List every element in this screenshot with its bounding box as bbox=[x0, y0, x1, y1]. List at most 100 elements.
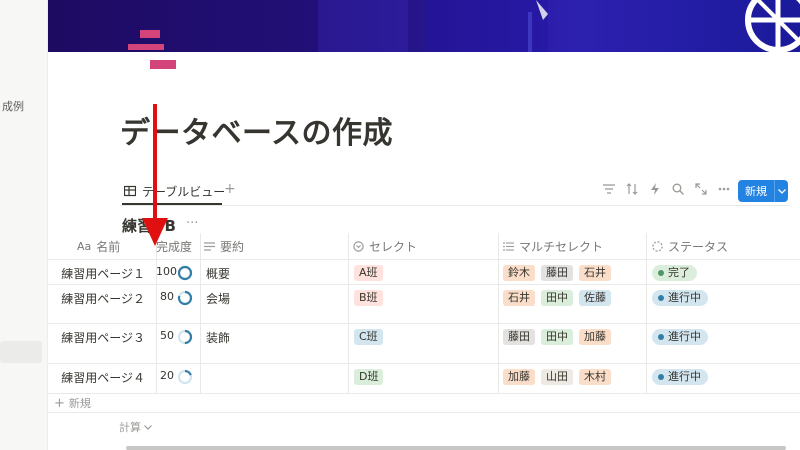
text-type-icon: Aa bbox=[77, 240, 92, 253]
cell-progress[interactable]: 50 bbox=[156, 324, 200, 345]
column-divider bbox=[498, 233, 499, 394]
cell-select[interactable]: D班 bbox=[354, 364, 389, 385]
column-divider bbox=[348, 233, 349, 394]
progress-value: 50 bbox=[160, 329, 174, 342]
select-tag: B班 bbox=[354, 290, 383, 306]
page-emoji-icon[interactable] bbox=[126, 28, 178, 72]
status-label: 進行中 bbox=[668, 330, 701, 343]
calculate-button[interactable]: 計算 bbox=[119, 419, 152, 435]
more-icon[interactable] bbox=[715, 180, 733, 198]
cell-status[interactable]: 進行中 bbox=[652, 324, 708, 345]
cell-multi-select[interactable]: 鈴木 藤田 石井 bbox=[503, 260, 617, 281]
multi-select-tag: 藤田 bbox=[541, 265, 573, 281]
progress-ring-icon bbox=[177, 290, 193, 306]
cell-name[interactable]: 練習用ページ３ bbox=[48, 324, 154, 346]
status-label: 進行中 bbox=[668, 370, 701, 383]
multi-select-tag: 木村 bbox=[579, 369, 611, 385]
table-row[interactable]: 練習用ページ２ 80 会場 B班 石井 田中 佐藤 進行中 bbox=[48, 285, 800, 324]
multi-select-tag: 加藤 bbox=[503, 369, 535, 385]
sidebar: 成例 bbox=[0, 0, 48, 450]
database-toolbar bbox=[600, 180, 738, 198]
cell-status[interactable]: 進行中 bbox=[652, 285, 708, 306]
cell-multi-select[interactable]: 藤田 田中 加藤 bbox=[503, 324, 617, 345]
column-header-label: マルチセレクト bbox=[519, 240, 604, 254]
table-row[interactable]: 練習用ページ３ 50 装飾 C班 藤田 田中 加藤 進行中 bbox=[48, 324, 800, 364]
cell-status[interactable]: 進行中 bbox=[652, 364, 708, 385]
select-tag: D班 bbox=[354, 369, 384, 385]
column-header-label: ステータス bbox=[668, 240, 729, 254]
cell-name[interactable]: 練習用ページ１ bbox=[48, 260, 154, 282]
multi-select-tag: 鈴木 bbox=[503, 265, 535, 281]
calculate-label: 計算 bbox=[119, 421, 141, 434]
status-label: 進行中 bbox=[668, 291, 701, 304]
cell-status[interactable]: 完了 bbox=[652, 260, 697, 281]
progress-ring-icon bbox=[177, 329, 193, 345]
list-icon bbox=[503, 242, 514, 251]
table-icon bbox=[124, 185, 136, 197]
status-badge: 進行中 bbox=[652, 369, 708, 385]
multi-select-tag: 藤田 bbox=[503, 329, 535, 345]
column-header-select[interactable]: セレクト bbox=[353, 233, 417, 260]
status-label: 完了 bbox=[668, 266, 690, 279]
cell-multi-select[interactable]: 石井 田中 佐藤 bbox=[503, 285, 617, 306]
cell-progress[interactable]: 100 bbox=[156, 260, 200, 281]
view-divider bbox=[120, 205, 790, 206]
column-header-multi-select[interactable]: マルチセレクト bbox=[503, 233, 603, 260]
progress-ring-icon bbox=[177, 369, 193, 385]
search-icon[interactable] bbox=[669, 180, 687, 198]
cell-name[interactable]: 練習用ページ２ bbox=[48, 285, 154, 307]
cell-progress[interactable]: 80 bbox=[156, 285, 200, 306]
chevron-down-icon[interactable] bbox=[775, 188, 788, 194]
select-tag: C班 bbox=[354, 329, 383, 345]
column-header-label: セレクト bbox=[369, 240, 418, 254]
multi-select-tag: 田中 bbox=[541, 290, 573, 306]
cell-summary[interactable]: 会場 bbox=[206, 285, 230, 307]
column-divider bbox=[646, 233, 647, 394]
sort-icon[interactable] bbox=[623, 180, 641, 198]
select-icon bbox=[353, 241, 364, 252]
add-row-label: 新規 bbox=[68, 397, 91, 410]
cell-select[interactable]: C班 bbox=[354, 324, 389, 345]
column-header-label: 名前 bbox=[96, 240, 121, 254]
add-row-button[interactable]: + 新規 bbox=[54, 395, 91, 411]
cell-select[interactable]: B班 bbox=[354, 285, 389, 306]
table-row[interactable]: 練習用ページ１ 100 概要 A班 鈴木 藤田 石井 完了 bbox=[48, 260, 800, 285]
cell-summary[interactable]: 概要 bbox=[206, 260, 230, 282]
new-button-label: 新規 bbox=[745, 185, 767, 198]
status-badge: 完了 bbox=[652, 265, 697, 281]
cell-summary[interactable]: 装飾 bbox=[206, 324, 230, 346]
annotation-arrow-icon bbox=[142, 104, 168, 246]
sidebar-item-label[interactable]: 成例 bbox=[2, 98, 24, 114]
cell-progress[interactable]: 20 bbox=[156, 364, 200, 385]
add-view-button[interactable]: + bbox=[224, 181, 236, 197]
sidebar-selected-item[interactable] bbox=[0, 341, 42, 363]
status-dot-icon bbox=[658, 270, 664, 276]
multi-select-tag: 石井 bbox=[579, 265, 611, 281]
horizontal-scrollbar[interactable] bbox=[126, 446, 786, 450]
filter-icon[interactable] bbox=[600, 180, 618, 198]
column-header-name[interactable]: Aa 名前 bbox=[77, 233, 120, 260]
table-bottom-border bbox=[48, 412, 800, 413]
column-header-label: 要約 bbox=[220, 240, 245, 254]
multi-select-tag: 加藤 bbox=[579, 329, 611, 345]
multi-select-tag: 佐藤 bbox=[579, 290, 611, 306]
status-dot-icon bbox=[658, 295, 664, 301]
column-divider bbox=[200, 233, 201, 394]
cell-name[interactable]: 練習用ページ４ bbox=[48, 364, 154, 386]
cell-multi-select[interactable]: 加藤 山田 木村 bbox=[503, 364, 617, 385]
chevron-down-icon bbox=[144, 424, 152, 430]
expand-icon[interactable] bbox=[692, 180, 710, 198]
status-dot-icon bbox=[658, 374, 664, 380]
lightning-icon[interactable] bbox=[646, 180, 664, 198]
text-icon bbox=[204, 242, 215, 251]
select-tag: A班 bbox=[354, 265, 383, 281]
cell-select[interactable]: A班 bbox=[354, 260, 389, 281]
column-header-status[interactable]: ステータス bbox=[652, 233, 728, 260]
status-dot-icon bbox=[658, 334, 664, 340]
database-more-button[interactable]: ··· bbox=[186, 216, 198, 231]
new-button[interactable]: 新規 bbox=[738, 180, 788, 202]
multi-select-tag: 石井 bbox=[503, 290, 535, 306]
progress-value: 100 bbox=[156, 265, 177, 278]
column-header-summary[interactable]: 要約 bbox=[204, 233, 244, 260]
table-row[interactable]: 練習用ページ４ 20 D班 加藤 山田 木村 進行中 bbox=[48, 364, 800, 394]
